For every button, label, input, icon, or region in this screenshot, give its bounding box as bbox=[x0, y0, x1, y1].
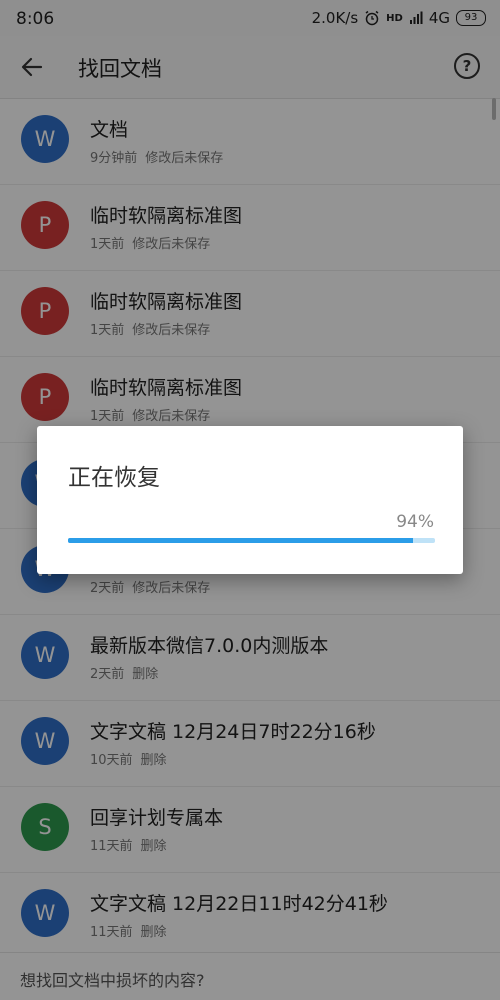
recovery-progress-dialog: 正在恢复 94% bbox=[37, 426, 463, 574]
progress-percent: 94% bbox=[396, 512, 434, 532]
screen: 8:06 2.0K/s HD 4G 93 找回文档 ? W 文档 9分钟前 修改… bbox=[0, 0, 500, 1000]
progress-bar bbox=[68, 538, 435, 543]
dialog-title: 正在恢复 bbox=[68, 465, 160, 491]
progress-bar-fill bbox=[68, 538, 413, 543]
